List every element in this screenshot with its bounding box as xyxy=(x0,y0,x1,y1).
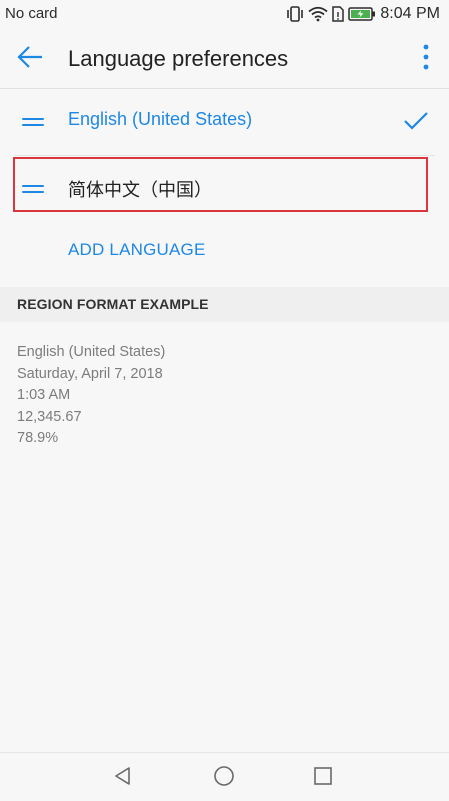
drag-handle-icon[interactable] xyxy=(22,183,44,195)
home-circle-icon xyxy=(213,765,235,792)
language-item-english[interactable]: English (United States) xyxy=(0,89,449,155)
nav-back-button[interactable] xyxy=(110,765,136,791)
more-vertical-icon xyxy=(423,44,429,75)
vibrate-icon xyxy=(286,6,304,22)
region-date: Saturday, April 7, 2018 xyxy=(17,365,163,382)
region-language: English (United States) xyxy=(17,344,166,360)
status-icons: 8:04 PM xyxy=(286,3,440,25)
checkmark-icon xyxy=(403,111,429,136)
region-time: 1:03 AM xyxy=(17,387,71,403)
more-options-button[interactable] xyxy=(417,42,435,76)
recents-square-icon xyxy=(313,766,333,791)
carrier-label: No card xyxy=(5,5,58,22)
add-language-button[interactable]: ADD LANGUAGE xyxy=(68,240,206,260)
region-section-header: REGION FORMAT EXAMPLE xyxy=(0,287,449,322)
region-number: 12,345.67 xyxy=(17,408,82,425)
region-percent: 78.9% xyxy=(17,430,59,446)
sim-icon xyxy=(332,6,345,22)
region-section-title: REGION FORMAT EXAMPLE xyxy=(17,296,209,312)
navigation-bar xyxy=(0,752,449,801)
wifi-icon xyxy=(308,6,328,22)
status-time: 8:04 PM xyxy=(380,5,440,22)
language-item-chinese[interactable]: 简体中文（中国） xyxy=(0,156,449,222)
page-title: Language preferences xyxy=(68,46,289,71)
nav-home-button[interactable] xyxy=(211,765,237,791)
status-bar: No card 8:04 PM xyxy=(0,0,449,28)
arrow-left-icon xyxy=(16,45,44,74)
back-button[interactable] xyxy=(14,44,46,74)
language-label: 简体中文（中国） xyxy=(68,180,212,200)
nav-recents-button[interactable] xyxy=(310,765,336,791)
language-label: English (United States) xyxy=(68,109,253,129)
battery-charging-icon xyxy=(348,6,376,22)
app-bar: Language preferences xyxy=(0,28,449,89)
region-format-example: English (United States) Saturday, April … xyxy=(17,342,165,450)
back-triangle-icon xyxy=(113,766,133,791)
drag-handle-icon[interactable] xyxy=(22,116,44,128)
